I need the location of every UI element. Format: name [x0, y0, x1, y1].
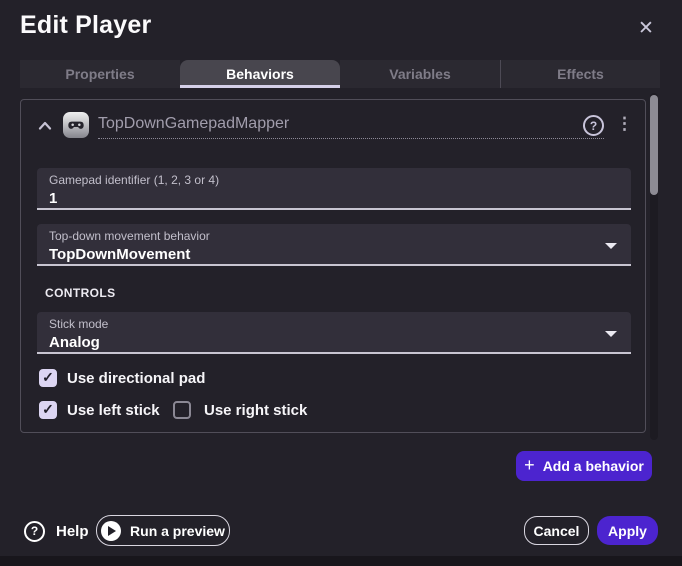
- tab-label: Variables: [389, 66, 451, 82]
- gamepad-icon: [63, 112, 89, 138]
- field-value: Analog: [49, 334, 619, 351]
- run-preview-label: Run a preview: [130, 523, 225, 539]
- cancel-button[interactable]: Cancel: [524, 516, 589, 545]
- behavior-help-icon[interactable]: ?: [583, 115, 604, 136]
- edit-object-dialog: Edit Player ✕ Properties Behaviors Varia…: [0, 0, 682, 556]
- plus-icon: +: [524, 455, 535, 476]
- tab-effects[interactable]: Effects: [500, 60, 660, 88]
- apply-label: Apply: [608, 523, 647, 539]
- field-label: Gamepad identifier (1, 2, 3 or 4): [49, 173, 619, 187]
- help-icon: ?: [24, 521, 45, 542]
- scrollbar-thumb[interactable]: [650, 95, 658, 195]
- run-preview-button[interactable]: Run a preview: [96, 515, 230, 546]
- stick-mode-select[interactable]: Stick mode Analog: [37, 312, 631, 354]
- active-tab-underline: [180, 85, 340, 88]
- check-icon: ✓: [42, 369, 54, 386]
- cancel-label: Cancel: [534, 523, 580, 539]
- chevron-down-icon: [605, 331, 617, 337]
- behavior-name-field[interactable]: TopDownGamepadMapper: [98, 115, 604, 139]
- close-icon[interactable]: ✕: [632, 14, 660, 42]
- scrollbar-track[interactable]: [650, 93, 658, 440]
- add-behavior-button[interactable]: + Add a behavior: [516, 451, 652, 481]
- tab-label: Properties: [65, 66, 134, 82]
- gamepad-identifier-field[interactable]: Gamepad identifier (1, 2, 3 or 4) 1: [37, 168, 631, 210]
- field-label: Stick mode: [49, 317, 619, 331]
- help-button[interactable]: ? Help: [24, 516, 89, 546]
- behaviors-list-panel: TopDownGamepadMapper ? ⋮ Gamepad identif…: [20, 99, 646, 433]
- field-value: 1: [49, 190, 619, 207]
- checkbox-left-stick[interactable]: ✓: [39, 401, 57, 419]
- checkbox-label: Use directional pad: [67, 370, 205, 387]
- checkbox-directional-pad[interactable]: ✓: [39, 369, 57, 387]
- help-label: Help: [56, 523, 89, 540]
- movement-behavior-select[interactable]: Top-down movement behavior TopDownMoveme…: [37, 224, 631, 266]
- field-label: Top-down movement behavior: [49, 229, 619, 243]
- play-icon: [101, 521, 121, 541]
- field-value: TopDownMovement: [49, 246, 619, 263]
- checkbox-label: Use right stick: [204, 402, 307, 419]
- checkbox-right-stick[interactable]: ✓: [173, 401, 191, 419]
- tab-label: Behaviors: [226, 66, 294, 82]
- chevron-down-icon: [605, 243, 617, 249]
- check-icon: ✓: [42, 401, 54, 418]
- controls-section-label: CONTROLS: [45, 286, 116, 300]
- checkbox-label: Use left stick: [67, 402, 160, 419]
- page-title: Edit Player: [20, 11, 151, 40]
- tab-behaviors[interactable]: Behaviors: [180, 60, 340, 88]
- tab-variables[interactable]: Variables: [340, 60, 500, 88]
- apply-button[interactable]: Apply: [597, 516, 658, 545]
- collapse-chevron-up-icon[interactable]: [36, 117, 54, 133]
- tab-label: Effects: [557, 66, 604, 82]
- tab-properties[interactable]: Properties: [20, 60, 180, 88]
- behavior-menu-dots-icon[interactable]: ⋮: [616, 113, 632, 135]
- add-behavior-label: Add a behavior: [543, 458, 644, 474]
- tab-bar: Properties Behaviors Variables Effects: [20, 60, 660, 88]
